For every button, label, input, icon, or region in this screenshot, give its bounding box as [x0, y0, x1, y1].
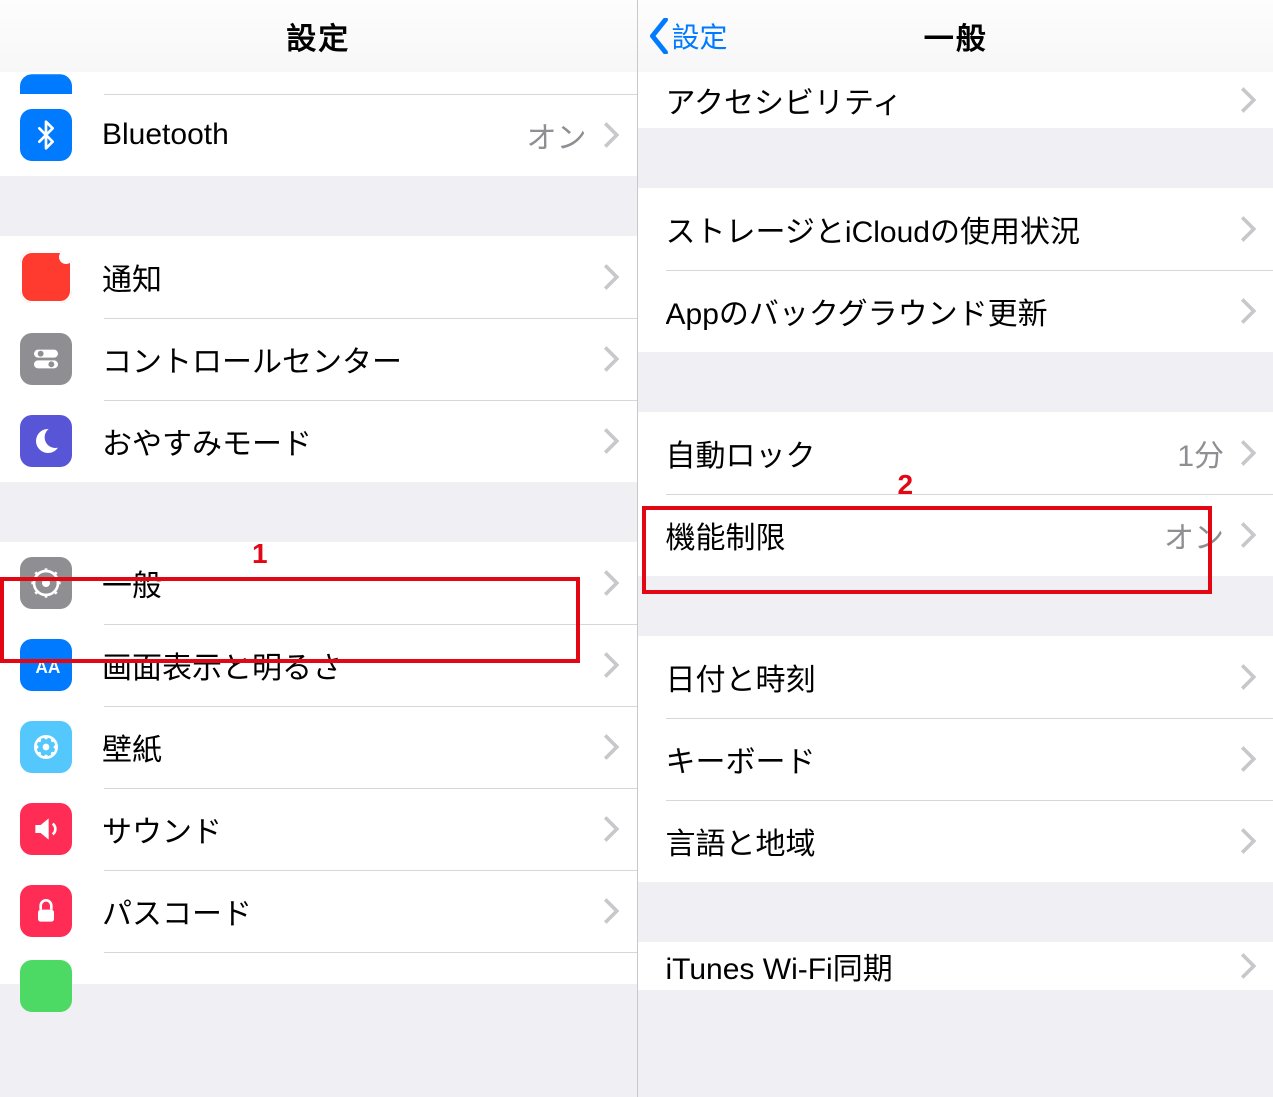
keyboard-label: キーボード [666, 737, 1231, 781]
chevron-right-icon [1240, 828, 1256, 854]
display-icon: AA [20, 639, 72, 691]
chevron-right-icon [1240, 664, 1256, 690]
restrictions-label: 機能制限 [666, 513, 1165, 557]
chevron-right-icon [603, 122, 619, 148]
bg-refresh-label: Appのバックグラウンド更新 [666, 289, 1231, 333]
general-row-restrictions[interactable]: 機能制限 オン [638, 494, 1273, 576]
storage-label: ストレージとiCloudの使用状況 [666, 207, 1231, 251]
display-label: 画面表示と明るさ [102, 643, 593, 687]
bluetooth-icon [20, 109, 72, 161]
restrictions-value: オン [1164, 513, 1224, 557]
itunes-sync-label: iTunes Wi-Fi同期 [666, 944, 1231, 988]
settings-row-partial-bottom[interactable] [0, 952, 637, 984]
control-center-icon [20, 333, 72, 385]
settings-row-sounds[interactable]: サウンド [0, 788, 637, 870]
general-detail-panel: 設定 一般 アクセシビリティ ストレージとiCloudの使用状況 Appのバック… [638, 0, 1273, 1097]
general-label: 一般 [102, 561, 593, 605]
wallpaper-label: 壁紙 [102, 725, 593, 769]
chevron-right-icon [1240, 746, 1256, 772]
right-nav-bar: 設定 一般 [638, 0, 1273, 73]
autolock-value: 1分 [1177, 431, 1224, 475]
settings-row-passcode[interactable]: パスコード [0, 870, 637, 952]
language-label: 言語と地域 [666, 819, 1231, 863]
lock-icon [20, 885, 72, 937]
chevron-right-icon [603, 570, 619, 596]
accessibility-label: アクセシビリティ [666, 78, 1231, 122]
privacy-icon [20, 960, 72, 1012]
general-row-accessibility[interactable]: アクセシビリティ [638, 72, 1273, 128]
bluetooth-value: オン [527, 113, 587, 157]
notifications-label: 通知 [102, 255, 593, 299]
chevron-right-icon [603, 652, 619, 678]
datetime-label: 日付と時刻 [666, 655, 1231, 699]
chevron-right-icon [1240, 953, 1256, 979]
chevron-right-icon [603, 734, 619, 760]
wifi-icon [20, 74, 72, 94]
general-row-storage[interactable]: ストレージとiCloudの使用状況 [638, 188, 1273, 270]
dnd-label: おやすみモード [102, 419, 593, 463]
chevron-right-icon [603, 428, 619, 454]
back-label: 設定 [672, 16, 728, 56]
settings-row-wallpaper[interactable]: 壁紙 [0, 706, 637, 788]
bluetooth-label: Bluetooth [102, 118, 527, 152]
general-row-datetime[interactable]: 日付と時刻 [638, 636, 1273, 718]
general-row-language[interactable]: 言語と地域 [638, 800, 1273, 882]
gear-icon [20, 557, 72, 609]
control-center-label: コントロールセンター [102, 337, 593, 381]
passcode-label: パスコード [102, 889, 593, 933]
wallpaper-icon [20, 721, 72, 773]
chevron-right-icon [603, 816, 619, 842]
chevron-right-icon [603, 264, 619, 290]
svg-text:AA: AA [35, 657, 61, 677]
left-nav-title: 設定 [286, 14, 350, 58]
settings-row-dnd[interactable]: おやすみモード [0, 400, 637, 482]
speaker-icon [20, 803, 72, 855]
chevron-right-icon [1240, 522, 1256, 548]
sounds-label: サウンド [102, 807, 593, 851]
chevron-right-icon [1240, 440, 1256, 466]
notifications-icon [20, 251, 72, 303]
settings-row-general[interactable]: 一般 [0, 542, 637, 624]
settings-row-partial-top[interactable] [0, 72, 637, 94]
settings-row-notifications[interactable]: 通知 [0, 236, 637, 318]
settings-row-display[interactable]: AA 画面表示と明るさ [0, 624, 637, 706]
chevron-right-icon [1240, 87, 1256, 113]
general-row-autolock[interactable]: 自動ロック 1分 [638, 412, 1273, 494]
chevron-right-icon [603, 346, 619, 372]
chevron-right-icon [603, 898, 619, 924]
chevron-right-icon [1240, 298, 1256, 324]
autolock-label: 自動ロック [666, 431, 1178, 475]
general-row-bg-refresh[interactable]: Appのバックグラウンド更新 [638, 270, 1273, 352]
settings-root-panel: 設定 Bluetooth オン 通知 [0, 0, 638, 1097]
left-nav-bar: 設定 [0, 0, 637, 73]
settings-row-bluetooth[interactable]: Bluetooth オン [0, 94, 637, 176]
settings-row-control-center[interactable]: コントロールセンター [0, 318, 637, 400]
chevron-right-icon [1240, 216, 1256, 242]
moon-icon [20, 415, 72, 467]
right-nav-title: 一般 [924, 14, 988, 58]
general-row-keyboard[interactable]: キーボード [638, 718, 1273, 800]
back-button[interactable]: 設定 [648, 0, 728, 72]
general-row-itunes-sync[interactable]: iTunes Wi-Fi同期 [638, 942, 1273, 990]
